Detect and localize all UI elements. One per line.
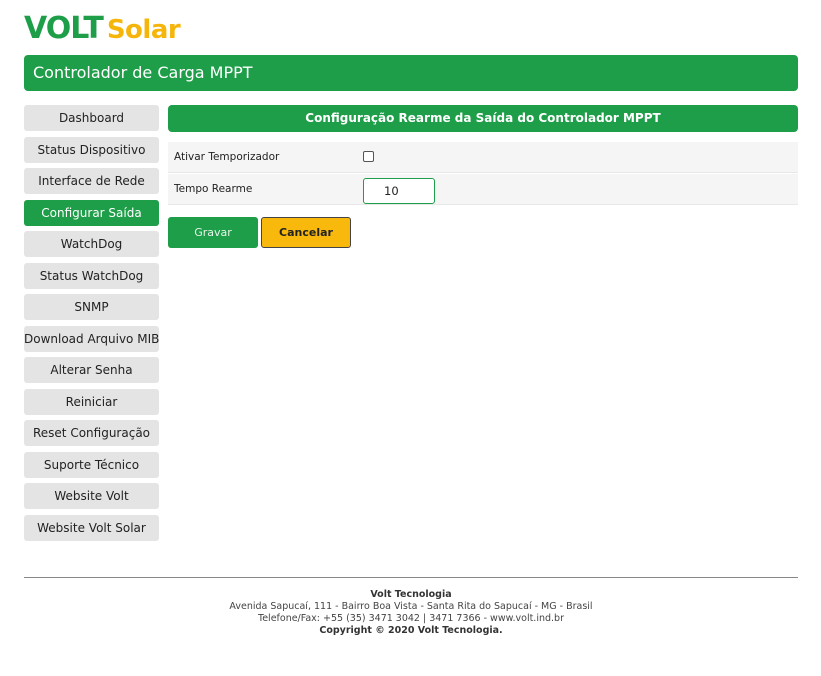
footer-divider [24,577,798,578]
logo-solar-text: Solar [106,15,181,45]
rearm-time-input[interactable]: 10 [363,178,435,204]
sidebar-nav: Dashboard Status Dispositivo Interface d… [24,105,159,546]
header-bar: Controlador de Carga MPPT [24,55,798,91]
footer: Volt Tecnologia Avenida Sapucaí, 111 - B… [24,589,798,637]
footer-phone: Telefone/Fax: +55 (35) 3471 3042 | 3471 … [258,613,564,624]
sidebar-item-download-arquivo-mib[interactable]: Download Arquivo MIB [24,325,159,352]
sidebar-item-suporte-tecnico[interactable]: Suporte Técnico [24,451,159,478]
rearm-label: Tempo Rearme [174,183,253,195]
cancel-button[interactable]: Cancelar [261,217,351,248]
brand-logo: VOLT Solar [24,11,181,46]
logo-volt-text: VOLT [24,11,104,46]
sidebar-item-dashboard[interactable]: Dashboard [24,105,159,131]
timer-checkbox[interactable] [363,151,374,162]
sidebar-item-website-volt[interactable]: Website Volt [24,483,159,509]
save-button[interactable]: Gravar [168,217,258,248]
rearm-row: Tempo Rearme 10 [168,174,798,205]
sidebar-item-status-dispositivo[interactable]: Status Dispositivo [24,136,159,163]
timer-label: Ativar Temporizador [174,151,280,163]
sidebar-item-watchdog[interactable]: WatchDog [24,231,159,257]
sidebar-item-interface-de-rede[interactable]: Interface de Rede [24,168,159,194]
footer-company: Volt Tecnologia [370,589,452,600]
sidebar-item-snmp[interactable]: SNMP [24,294,159,320]
page-title: Controlador de Carga MPPT [33,63,253,82]
sidebar-item-reiniciar[interactable]: Reiniciar [24,388,159,415]
sidebar-item-website-volt-solar[interactable]: Website Volt Solar [24,514,159,541]
timer-row: Ativar Temporizador [168,142,798,173]
sidebar-item-alterar-senha[interactable]: Alterar Senha [24,357,159,383]
sidebar-item-configurar-saida[interactable]: Configurar Saída [24,199,159,226]
sidebar-item-status-watchdog[interactable]: Status WatchDog [24,262,159,289]
panel-title: Configuração Rearme da Saída do Controla… [168,105,798,132]
sidebar-item-reset-configuracao[interactable]: Reset Configuração [24,420,159,446]
footer-copyright: Copyright © 2020 Volt Tecnologia. [319,625,503,636]
footer-address: Avenida Sapucaí, 111 - Bairro Boa Vista … [229,601,593,612]
